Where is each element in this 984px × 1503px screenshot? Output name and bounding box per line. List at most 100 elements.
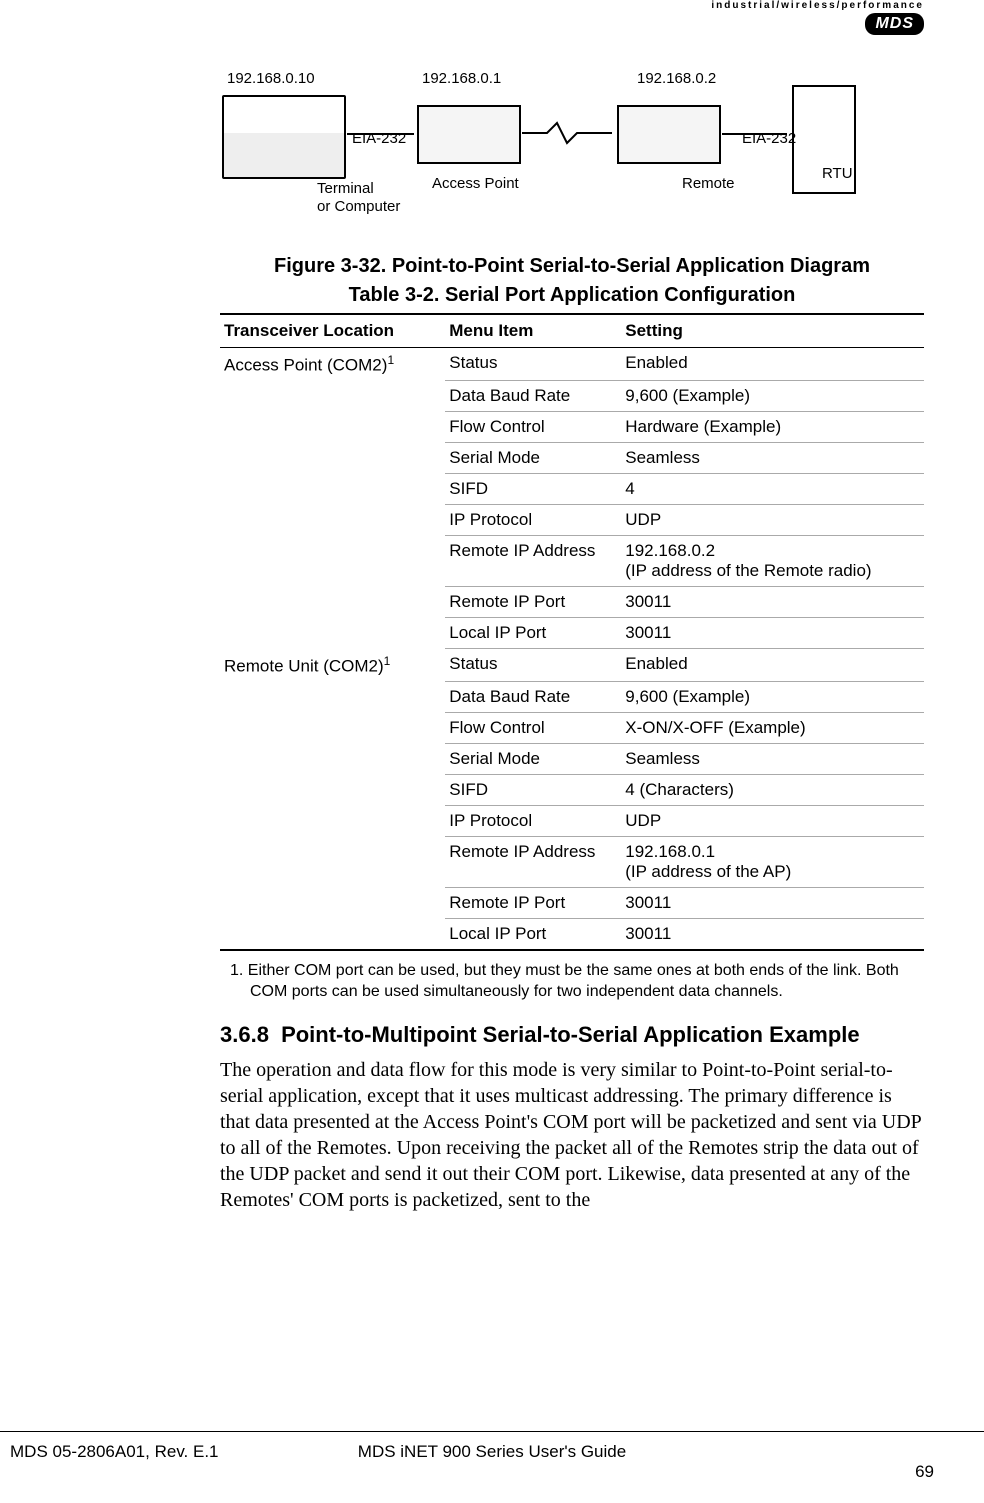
cell-menu: Serial Mode — [445, 443, 621, 474]
cell-setting: X-ON/X-OFF (Example) — [621, 712, 924, 743]
cell-menu: SIFD — [445, 774, 621, 805]
cell-menu: Remote IP Port — [445, 587, 621, 618]
table-footnote: 1. Either COM port can be used, but they… — [250, 961, 924, 1003]
cell-menu: IP Protocol — [445, 505, 621, 536]
network-diagram: 192.168.0.10 192.168.0.1 192.168.0.2 EIA… — [222, 70, 922, 240]
table-row: SIFD4 — [220, 474, 924, 505]
cell-location — [220, 618, 445, 649]
table-row: Flow ControlHardware (Example) — [220, 412, 924, 443]
section-heading: 3.6.8 Point-to-Multipoint Serial-to-Seri… — [220, 1022, 924, 1048]
th-setting: Setting — [621, 314, 924, 348]
cell-setting: Seamless — [621, 743, 924, 774]
cell-menu: Flow Control — [445, 712, 621, 743]
diagram-rtu-label: RTU — [822, 165, 853, 182]
table-row: Remote IP Address192.168.0.2 (IP address… — [220, 536, 924, 587]
table-row: Serial ModeSeamless — [220, 743, 924, 774]
main-content: 192.168.0.10 192.168.0.1 192.168.0.2 EIA… — [220, 0, 924, 1213]
table-row: IP ProtocolUDP — [220, 505, 924, 536]
diagram-ip-ap: 192.168.0.1 — [422, 70, 501, 87]
diagram-ap-label: Access Point — [432, 175, 519, 192]
wireless-link-icon — [522, 120, 612, 146]
table-row: Serial ModeSeamless — [220, 443, 924, 474]
remote-radio-icon — [617, 105, 721, 164]
cell-menu: Remote IP Address — [445, 836, 621, 887]
cell-location — [220, 681, 445, 712]
section-title: Point-to-Multipoint Serial-to-Serial App… — [281, 1022, 860, 1047]
cell-location: Remote Unit (COM2)1 — [220, 649, 445, 682]
th-menu: Menu Item — [445, 314, 621, 348]
section-number: 3.6.8 — [220, 1022, 269, 1047]
cell-setting: 30011 — [621, 618, 924, 649]
cell-menu: Local IP Port — [445, 918, 621, 950]
cell-setting: Seamless — [621, 443, 924, 474]
cell-location — [220, 918, 445, 950]
footer-doc-id: MDS 05-2806A01, Rev. E.1 — [10, 1442, 219, 1462]
table-row: IP ProtocolUDP — [220, 805, 924, 836]
table-row: Local IP Port30011 — [220, 618, 924, 649]
table-row: SIFD4 (Characters) — [220, 774, 924, 805]
cell-location — [220, 381, 445, 412]
table-row: Remote IP Port30011 — [220, 587, 924, 618]
cell-location — [220, 836, 445, 887]
diagram-ip-remote: 192.168.0.2 — [637, 70, 716, 87]
laptop-icon — [222, 95, 346, 179]
cell-menu: SIFD — [445, 474, 621, 505]
diagram-eia-right: EIA-232 — [742, 130, 796, 147]
cell-setting: Enabled — [621, 348, 924, 381]
cell-setting: 4 (Characters) — [621, 774, 924, 805]
access-point-icon — [417, 105, 521, 164]
cell-setting: UDP — [621, 505, 924, 536]
cell-setting: 9,600 (Example) — [621, 381, 924, 412]
table-row: Remote IP Port30011 — [220, 887, 924, 918]
cell-location — [220, 536, 445, 587]
cell-menu: IP Protocol — [445, 805, 621, 836]
brand-block: industrial/wireless/performance MDS — [711, 0, 924, 35]
cell-menu: Data Baud Rate — [445, 381, 621, 412]
th-location: Transceiver Location — [220, 314, 445, 348]
cell-location: Access Point (COM2)1 — [220, 348, 445, 381]
cell-menu: Status — [445, 348, 621, 381]
cell-setting: 4 — [621, 474, 924, 505]
brand-logo: MDS — [865, 13, 924, 35]
cell-location — [220, 774, 445, 805]
table-row: Flow ControlX-ON/X-OFF (Example) — [220, 712, 924, 743]
cell-location — [220, 505, 445, 536]
footer-page-number: 69 — [915, 1462, 934, 1482]
table-row: Data Baud Rate9,600 (Example) — [220, 681, 924, 712]
diagram-remote-label: Remote — [682, 175, 735, 192]
table-row: Access Point (COM2)1StatusEnabled — [220, 348, 924, 381]
cell-setting: 30011 — [621, 887, 924, 918]
brand-tagline: industrial/wireless/performance — [711, 0, 924, 11]
cell-location — [220, 587, 445, 618]
table-caption: Table 3-2. Serial Port Application Confi… — [220, 284, 924, 307]
document-page: industrial/wireless/performance MDS 192.… — [0, 0, 984, 1480]
diagram-ip-terminal: 192.168.0.10 — [227, 70, 315, 87]
cell-menu: Remote IP Address — [445, 536, 621, 587]
cell-menu: Remote IP Port — [445, 887, 621, 918]
cell-location — [220, 712, 445, 743]
table-row: Remote Unit (COM2)1StatusEnabled — [220, 649, 924, 682]
cell-location — [220, 443, 445, 474]
body-paragraph: The operation and data flow for this mod… — [220, 1057, 924, 1213]
table-row: Data Baud Rate9,600 (Example) — [220, 381, 924, 412]
cell-setting: 9,600 (Example) — [621, 681, 924, 712]
cell-menu: Flow Control — [445, 412, 621, 443]
table-row: Remote IP Address192.168.0.1 (IP address… — [220, 836, 924, 887]
diagram-eia-left: EIA-232 — [352, 130, 406, 147]
diagram-terminal-label: Terminal or Computer — [317, 180, 400, 216]
cell-setting: UDP — [621, 805, 924, 836]
cell-setting: Enabled — [621, 649, 924, 682]
cell-menu: Data Baud Rate — [445, 681, 621, 712]
table-row: Local IP Port30011 — [220, 918, 924, 950]
cell-setting: 30011 — [621, 587, 924, 618]
figure-caption: Figure 3-32. Point-to-Point Serial-to-Se… — [220, 255, 924, 278]
cell-location — [220, 412, 445, 443]
config-table: Transceiver Location Menu Item Setting A… — [220, 313, 924, 951]
cell-setting: 30011 — [621, 918, 924, 950]
cell-location — [220, 474, 445, 505]
cell-menu: Status — [445, 649, 621, 682]
cell-location — [220, 887, 445, 918]
cell-menu: Serial Mode — [445, 743, 621, 774]
cell-setting: 192.168.0.1 (IP address of the AP) — [621, 836, 924, 887]
cell-location — [220, 805, 445, 836]
